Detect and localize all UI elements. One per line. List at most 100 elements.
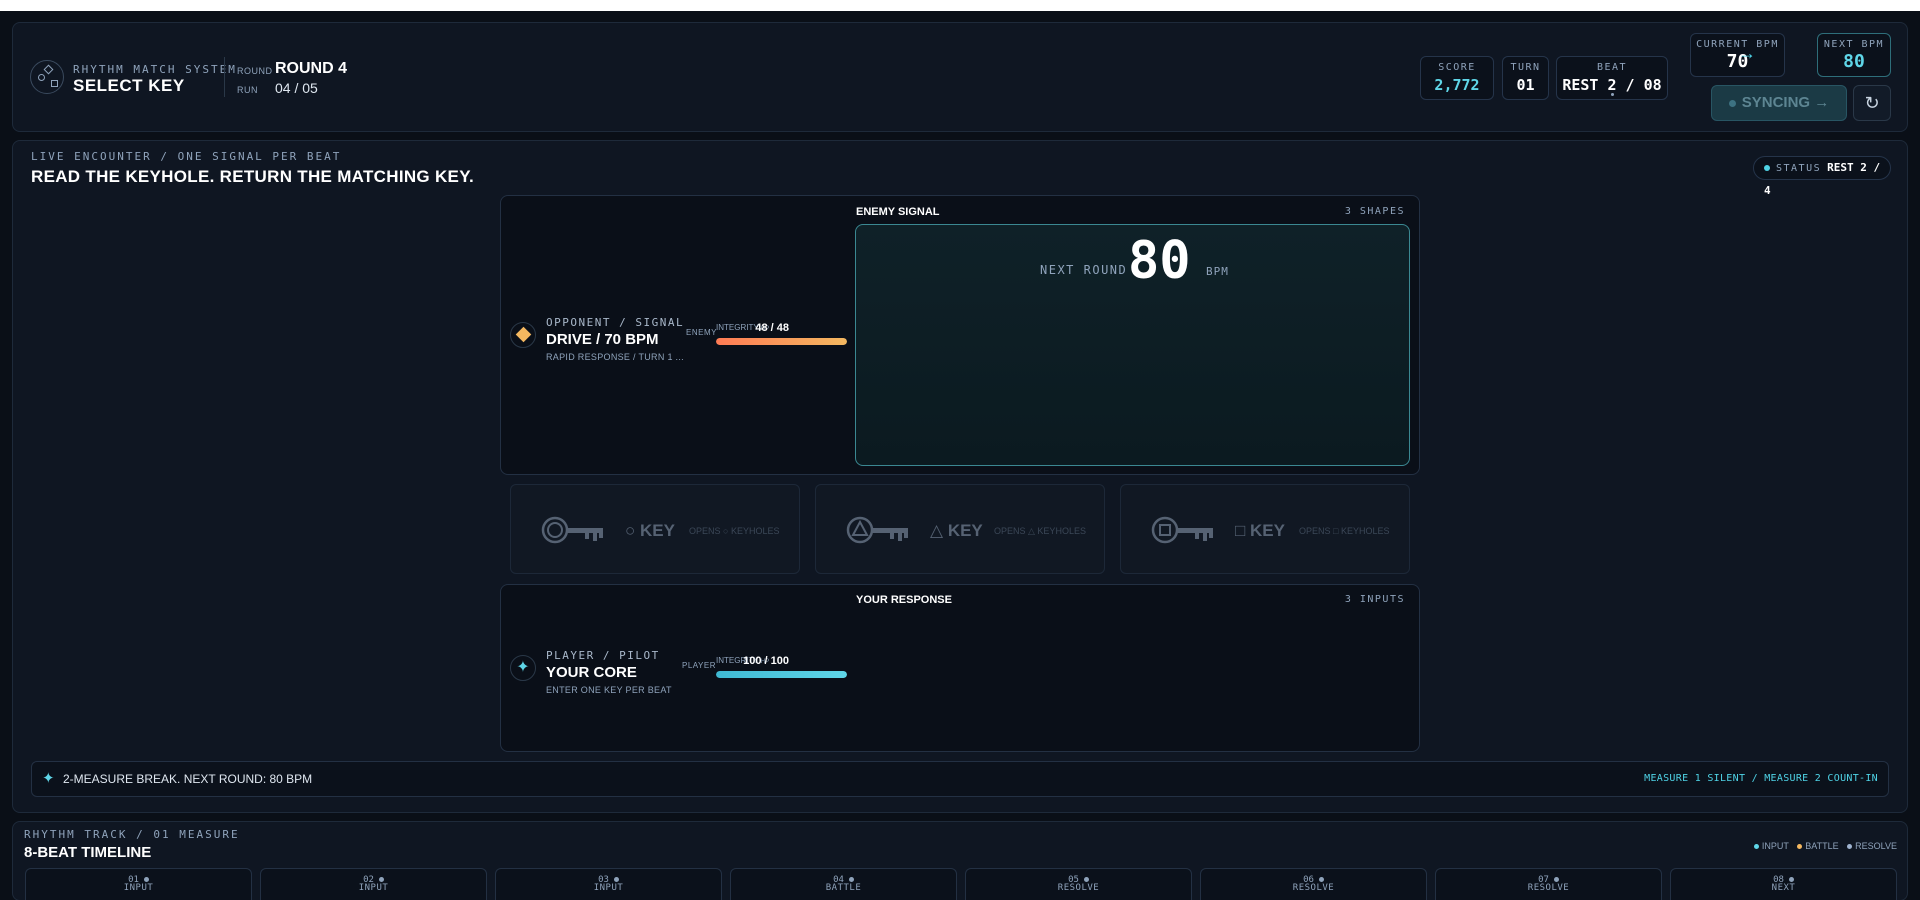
status-dot <box>1764 165 1770 172</box>
beat-dot <box>613 877 619 882</box>
next-round-unit: BPM <box>1206 265 1229 278</box>
run-label: RUN <box>237 85 258 95</box>
square-key-desc: OPENS □ KEYHOLES <box>1299 526 1390 536</box>
rhythm-timeline: RHYTHM TRACK / 01 MEASURE 8-BEAT TIMELIN… <box>12 821 1908 900</box>
circle-key-glyph: ○ <box>625 521 636 540</box>
score-value: 2,772 <box>1434 76 1480 94</box>
circle-key-button[interactable]: ○ KEY OPENS ○ KEYHOLES <box>510 484 800 574</box>
player-star-icon: ✦ <box>510 655 536 681</box>
enemy-hp-value: 48 / 48 <box>755 322 789 334</box>
bpm-arrow-icon: → <box>1738 43 1756 63</box>
timeline-beat-06[interactable]: 06 RESOLVE <box>1200 868 1427 900</box>
refresh-icon: ↻ <box>1864 93 1880 113</box>
timeline-beat-02[interactable]: 02 INPUT <box>260 868 487 900</box>
player-label: PLAYER / PILOT <box>546 649 660 662</box>
square-key-label: □ KEY <box>1235 521 1285 541</box>
response-card: ✦ PLAYER / PILOT YOUR CORE ENTER ONE KEY… <box>500 584 1420 752</box>
break-notice: ✦ 2-MEASURE BREAK. NEXT ROUND: 80 BPM ME… <box>31 761 1889 797</box>
enemy-hp-bar <box>716 338 847 345</box>
circle-key-label: ○ KEY <box>625 521 675 541</box>
player-hp-bar <box>716 671 847 678</box>
timeline-beat-07[interactable]: 07 RESOLVE <box>1435 868 1662 900</box>
system-label: RHYTHM MATCH SYSTEM <box>73 63 237 76</box>
enemy-diamond-icon <box>510 322 536 348</box>
enemy-signal-display: NEXT ROUND 80 BPM <box>855 224 1410 466</box>
square-key-name: KEY <box>1250 521 1285 540</box>
triangle-key-glyph: △ <box>930 521 944 540</box>
beat-dot <box>1318 877 1324 882</box>
beat-phase-label: INPUT <box>358 883 389 893</box>
timeline-title: 8-BEAT TIMELINE <box>24 844 152 861</box>
response-count: 3 INPUTS <box>1344 594 1405 605</box>
beat-phase-label: NEXT <box>1771 883 1796 893</box>
beat-indicator-dot <box>1611 93 1614 96</box>
encounter-panel: LIVE ENCOUNTER / ONE SIGNAL PER BEAT REA… <box>12 140 1908 813</box>
beat-phase-label: RESOLVE <box>1527 883 1570 893</box>
timeline-beat-05[interactable]: 05 RESOLVE <box>965 868 1192 900</box>
enemy-title: DRIVE / 70 BPM <box>546 331 659 348</box>
circle-key-icon <box>541 516 603 544</box>
triangle-key-desc: OPENS △ KEYHOLES <box>994 526 1086 536</box>
next-bpm-label: NEXT BPM <box>1823 39 1885 50</box>
top-header: RHYTHM MATCH SYSTEM SELECT KEY ROUND ROU… <box>12 22 1908 132</box>
round-value: ROUND 4 <box>275 60 348 77</box>
enemy-label: OPPONENT / SIGNAL <box>546 316 685 329</box>
beat-phase-label: INPUT <box>123 883 154 893</box>
turn-stat: TURN 01 <box>1502 56 1549 100</box>
player-title: YOUR CORE <box>546 664 637 681</box>
square-key-button[interactable]: □ KEY OPENS □ KEYHOLES <box>1120 484 1410 574</box>
run-value: 04 / 05 <box>275 80 318 96</box>
next-round-label: NEXT ROUND <box>1040 263 1128 277</box>
beat-dot <box>143 877 149 882</box>
triangle-key-label: △ KEY <box>930 521 983 541</box>
triangle-key-button[interactable]: △ KEY OPENS △ KEYHOLES <box>815 484 1105 574</box>
syncing-button[interactable]: SYNCING → <box>1711 85 1847 121</box>
score-stat: SCORE 2,772 <box>1420 56 1494 100</box>
round-label: ROUND <box>237 66 273 76</box>
beat-stat: BEAT REST 2 / 08 <box>1556 56 1668 100</box>
circle-key-desc: OPENS ○ KEYHOLES <box>689 526 780 536</box>
player-subtitle: ENTER ONE KEY PER BEAT <box>546 685 672 695</box>
timeline-beat-08[interactable]: 08 NEXT <box>1670 868 1897 900</box>
player-hp-value: 100 / 100 <box>743 655 789 667</box>
beat-phase-label: BATTLE <box>825 883 862 893</box>
enemy-subtitle: RAPID RESPONSE / TURN 1 ... <box>546 352 684 362</box>
beat-dot <box>1083 877 1089 882</box>
turn-label: TURN <box>1510 62 1541 73</box>
beat-dot <box>1788 877 1794 882</box>
next-bpm-value: 80 <box>1843 51 1865 72</box>
next-round-value: 80 <box>1128 231 1191 291</box>
encounter-title: READ THE KEYHOLE. RETURN THE MATCHING KE… <box>31 167 474 186</box>
beat-phase-label: RESOLVE <box>1057 883 1100 893</box>
page-title: SELECT KEY <box>73 76 185 95</box>
next-bpm: NEXT BPM 80 <box>1817 33 1891 77</box>
status-badge: STATUS REST 2 / 4 <box>1753 156 1891 197</box>
square-key-glyph: □ <box>1235 521 1246 540</box>
enemy-signal-title: ENEMY SIGNAL <box>856 206 940 218</box>
header-divider <box>224 57 225 97</box>
timeline-label: RHYTHM TRACK / 01 MEASURE <box>24 828 240 841</box>
beat-phase-label: INPUT <box>593 883 624 893</box>
response-title: YOUR RESPONSE <box>856 594 952 606</box>
circle-key-name: KEY <box>640 521 675 540</box>
beat-dot <box>848 877 854 882</box>
window-top-strip <box>0 0 1920 11</box>
timeline-beat-03[interactable]: 03 INPUT <box>495 868 722 900</box>
legend-battle: BATTLE <box>1797 841 1839 851</box>
beat-dot <box>378 877 384 882</box>
square-key-icon <box>1151 516 1213 544</box>
legend-resolve: RESOLVE <box>1847 841 1897 851</box>
sync-status-dot <box>1728 99 1736 107</box>
timeline-beat-04[interactable]: 04 BATTLE <box>730 868 957 900</box>
refresh-button[interactable]: ↻ <box>1853 85 1891 121</box>
legend-input: INPUT <box>1753 841 1789 851</box>
encounter-label: LIVE ENCOUNTER / ONE SIGNAL PER BEAT <box>31 150 342 163</box>
triangle-key-icon <box>846 516 908 544</box>
timeline-beat-01[interactable]: 01 INPUT <box>25 868 252 900</box>
shapes-logo-icon <box>30 60 64 94</box>
beat-phase-label: RESOLVE <box>1292 883 1335 893</box>
beat-label: BEAT <box>1596 62 1628 73</box>
turn-value: 01 <box>1516 76 1535 94</box>
beat-value: REST 2 / 08 <box>1562 76 1662 94</box>
status-label: STATUS <box>1776 163 1822 174</box>
